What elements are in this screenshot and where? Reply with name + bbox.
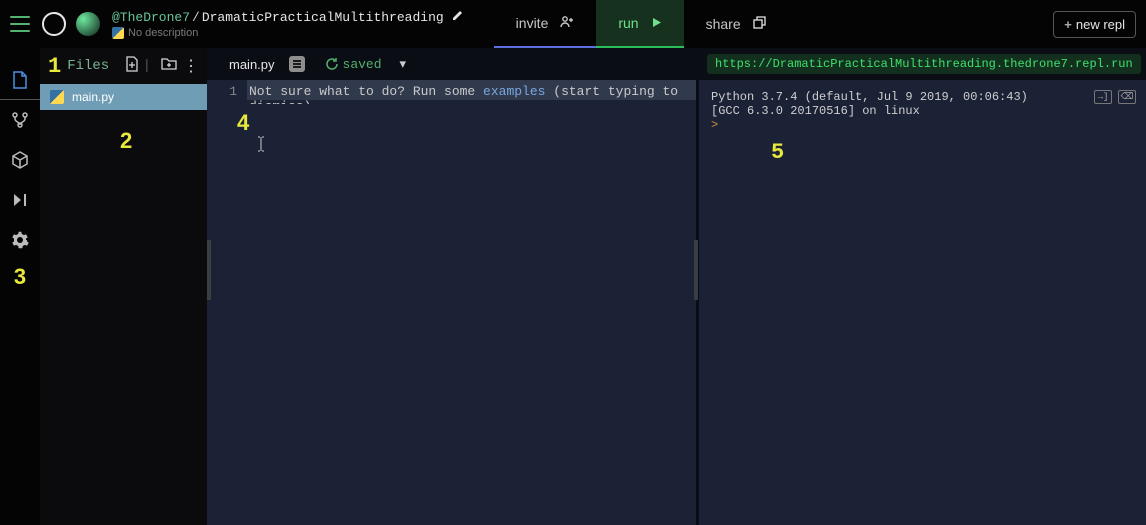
console-line: [GCC 6.3.0 20170516] on linux (711, 104, 1134, 118)
play-icon (645, 15, 662, 31)
share-icon (747, 16, 766, 32)
editor-tab-filename[interactable]: main.py (229, 57, 275, 72)
breadcrumb-project[interactable]: DramaticPracticalMultithreading (202, 10, 444, 25)
console-prompt: > (711, 118, 1134, 132)
files-menu-icon[interactable]: ⋮ (183, 56, 199, 76)
annotation-5: 5 (771, 140, 784, 165)
console-input-icon[interactable]: →] (1094, 90, 1112, 104)
python-icon (112, 27, 124, 39)
share-tab[interactable]: share (684, 0, 788, 48)
app-header: @TheDrone7 / DramaticPracticalMultithrea… (0, 0, 1146, 48)
console-panel: https://DramaticPracticalMultithreading.… (696, 48, 1146, 525)
user-avatar[interactable] (76, 12, 100, 36)
annotation-4: 4 (237, 110, 249, 136)
text-cursor-icon (257, 136, 265, 157)
breadcrumb-user[interactable]: @TheDrone7 (112, 10, 190, 25)
console-header: https://DramaticPracticalMultithreading.… (699, 48, 1146, 80)
code-editor[interactable]: 1 Not sure what to do? Run some examples… (207, 80, 696, 525)
header-tabs: invite run share (494, 0, 788, 48)
editor-background[interactable] (247, 104, 696, 525)
run-tab[interactable]: run (596, 0, 683, 48)
edit-name-icon[interactable] (452, 9, 464, 25)
rail-packages-icon[interactable] (0, 140, 40, 180)
project-description[interactable]: No description (128, 27, 198, 39)
resize-handle-right[interactable] (694, 240, 698, 300)
line-gutter: 1 (207, 80, 247, 525)
new-folder-icon[interactable] (161, 57, 177, 76)
project-description-row: No description (112, 27, 464, 39)
console-clear-icon[interactable]: ⌫ (1118, 90, 1136, 104)
code-line-1: Not sure what to do? Run some examples (… (247, 80, 696, 100)
refresh-icon (325, 57, 339, 71)
rail-settings-icon[interactable] (0, 220, 40, 260)
resize-handle-left[interactable] (207, 240, 211, 300)
console-output[interactable]: →] ⌫ Python 3.7.4 (default, Jul 9 2019, … (699, 80, 1146, 525)
new-repl-button[interactable]: + new repl (1053, 11, 1136, 38)
replit-logo[interactable] (40, 10, 68, 38)
plus-icon: + (1064, 17, 1072, 32)
files-header: 1 Files | ⋮ (40, 48, 207, 84)
annotation-1: 1 (48, 54, 61, 79)
rail-debugger-icon[interactable] (0, 180, 40, 220)
file-item-main[interactable]: main.py (40, 84, 207, 110)
file-item-label: main.py (72, 90, 114, 104)
format-icon[interactable] (289, 56, 305, 72)
console-line: Python 3.7.4 (default, Jul 9 2019, 00:06… (711, 90, 1134, 104)
annotation-2: 2 (120, 128, 207, 154)
breadcrumb: @TheDrone7 / DramaticPracticalMultithrea… (112, 9, 464, 25)
new-file-icon[interactable] (125, 56, 139, 77)
repl-url[interactable]: https://DramaticPracticalMultithreading.… (707, 54, 1141, 74)
invite-tab[interactable]: invite (494, 0, 597, 48)
python-icon (50, 90, 64, 104)
add-user-icon (554, 15, 574, 32)
editor-panel: main.py saved ▾ 1 Not sure what to do? R… (207, 48, 696, 525)
history-dropdown-icon[interactable]: ▾ (400, 56, 407, 72)
editor-tabbar: main.py saved ▾ (207, 48, 696, 80)
save-status: saved (325, 57, 382, 72)
annotation-3: 3 (14, 264, 26, 290)
left-rail: 3 (0, 48, 40, 525)
files-panel: 1 Files | ⋮ main.py 2 (40, 48, 207, 525)
rail-version-icon[interactable] (0, 100, 40, 140)
rail-files-icon[interactable] (0, 60, 40, 100)
files-title: Files (67, 58, 118, 74)
examples-link[interactable]: examples (483, 84, 545, 99)
breadcrumb-separator: / (192, 10, 200, 25)
separator: | (143, 58, 151, 74)
project-title-block: @TheDrone7 / DramaticPracticalMultithrea… (112, 9, 464, 39)
menu-icon[interactable] (10, 16, 30, 32)
